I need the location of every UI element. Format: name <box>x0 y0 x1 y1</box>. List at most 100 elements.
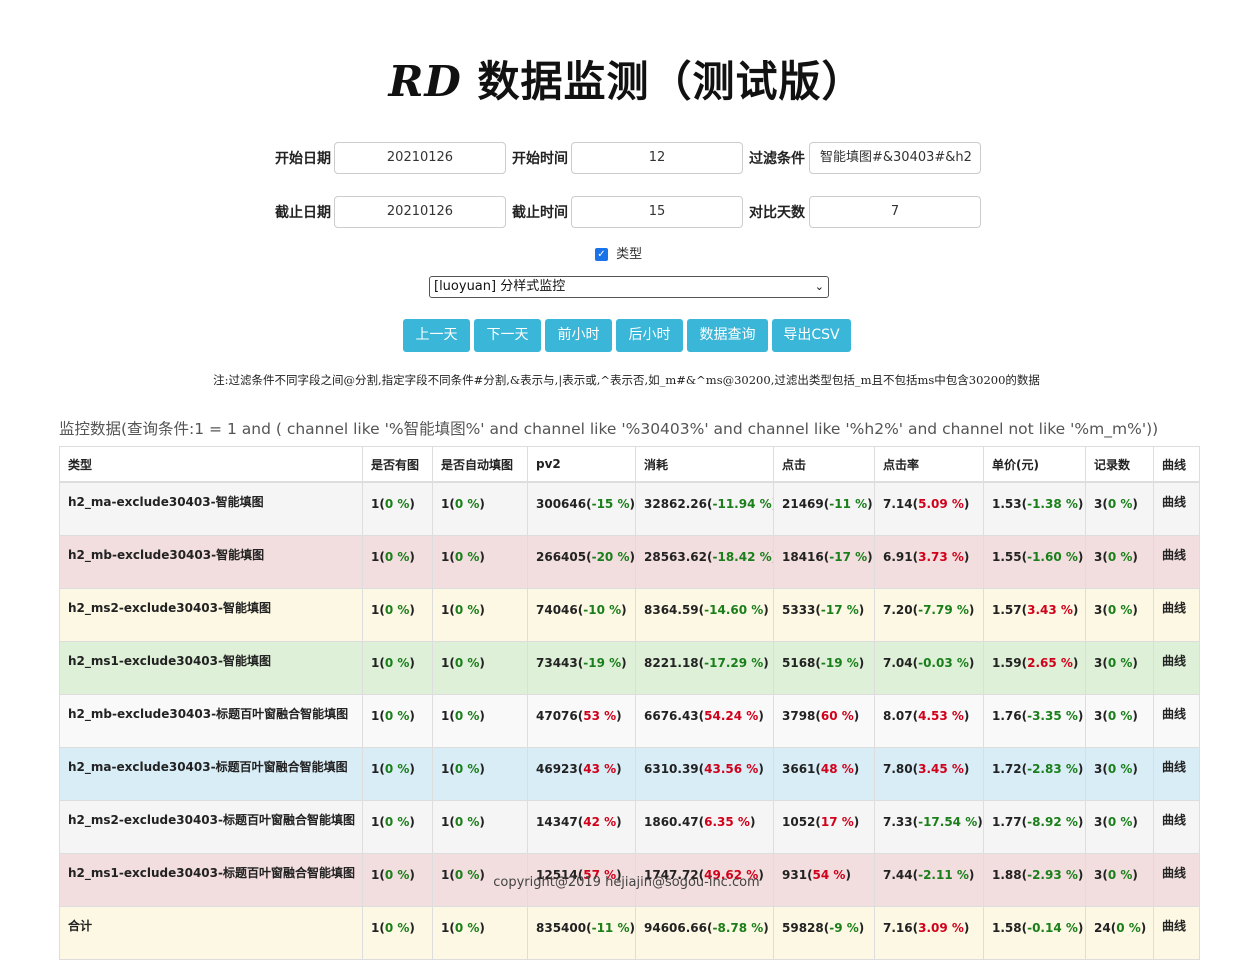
cell-cost: 1860.47(6.35 %) <box>635 800 774 854</box>
cell-ctr: 6.91(3.73 %) <box>874 535 984 589</box>
paren-close: ) <box>479 815 485 829</box>
type-checkbox[interactable]: ✓ <box>595 248 608 261</box>
end-time-input[interactable]: 15 <box>571 196 743 228</box>
paren-close: ) <box>1132 656 1138 670</box>
curve-link[interactable]: 曲线 <box>1153 800 1200 854</box>
cell-click: 1052(17 %) <box>773 800 875 854</box>
cell-change-percent: -18.42 % <box>712 550 772 564</box>
cell-auto-fill: 1(0 %) <box>432 906 528 960</box>
cell-change-percent: 0 % <box>384 497 410 511</box>
col-header-ctr[interactable]: 点击率 <box>874 446 984 483</box>
paren-close: ) <box>479 497 485 511</box>
paren-close: ) <box>616 762 622 776</box>
paren-close: ) <box>977 815 983 829</box>
cell-ctr: 7.20(-7.79 %) <box>874 588 984 642</box>
next-hour-button[interactable]: 后小时 <box>616 319 683 352</box>
cell-value: 266405 <box>536 550 587 564</box>
cell-change-percent: 3.45 % <box>918 762 964 776</box>
cell-change-percent: 43 % <box>583 762 617 776</box>
start-time-input[interactable]: 12 <box>571 142 743 174</box>
curve-link[interactable]: 曲线 <box>1153 535 1200 589</box>
cell-change-percent: -11.94 % <box>712 497 772 511</box>
curve-link[interactable]: 曲线 <box>1153 906 1200 960</box>
query-title: 监控数据(查询条件:1 = 1 and ( channel like '%智能填… <box>59 420 1159 438</box>
button-row: 上一天 下一天 前小时 后小时 数据查询 导出CSV <box>403 319 855 352</box>
cell-change-percent: -17.54 % <box>918 815 978 829</box>
cell-change-percent: 0 % <box>1107 656 1133 670</box>
paren-close: ) <box>479 550 485 564</box>
col-header-cost[interactable]: 消耗 <box>635 446 774 483</box>
paren-close: ) <box>621 603 627 617</box>
curve-link[interactable]: 曲线 <box>1153 481 1200 536</box>
cell-change-percent: 60 % <box>820 709 854 723</box>
cell-value: 8221.18 <box>644 656 699 670</box>
cell-pv2: 300646(-15 %) <box>527 481 636 536</box>
query-button[interactable]: 数据查询 <box>687 319 768 352</box>
cell-has-img: 1(0 %) <box>362 641 433 695</box>
cell-change-percent: 0 % <box>1107 815 1133 829</box>
cell-auto-fill: 1(0 %) <box>432 481 528 536</box>
cell-pv2: 46923(43 %) <box>527 747 636 801</box>
start-date-input[interactable]: 20210126 <box>334 142 506 174</box>
cell-change-percent: -1.60 % <box>1027 550 1078 564</box>
cell-change-percent: -19 % <box>820 656 859 670</box>
cell-has-img: 1(0 %) <box>362 588 433 642</box>
cell-change-percent: 0 % <box>384 603 410 617</box>
compare-days-input[interactable]: 7 <box>809 196 981 228</box>
cell-cost: 6676.43(54.24 %) <box>635 694 774 748</box>
cell-change-percent: 0 % <box>454 550 480 564</box>
paren-close: ) <box>1140 921 1147 935</box>
cell-price: 1.77(-8.92 %) <box>983 800 1086 854</box>
next-day-button[interactable]: 下一天 <box>474 319 541 352</box>
export-csv-button[interactable]: 导出CSV <box>772 319 851 352</box>
end-time-label: 截止时间 <box>512 205 568 221</box>
cell-cost: 8221.18(-17.29 %) <box>635 641 774 695</box>
type-checkbox-label: 类型 <box>616 247 643 262</box>
cell-change-percent: -20 % <box>591 550 630 564</box>
curve-link[interactable]: 曲线 <box>1153 694 1200 748</box>
paren-close: ) <box>1072 603 1079 617</box>
cell-value: 300646 <box>536 497 587 511</box>
col-header-auto-fill[interactable]: 是否自动填图 <box>432 446 528 483</box>
col-header-records[interactable]: 记录数 <box>1085 446 1154 483</box>
cell-has-img: 1(0 %) <box>362 694 433 748</box>
cell-change-percent: -2.83 % <box>1027 762 1078 776</box>
cell-cost: 8364.59(-14.60 %) <box>635 588 774 642</box>
cell-change-percent: 17 % <box>820 815 854 829</box>
paren-close: ) <box>853 709 860 723</box>
col-header-curve[interactable]: 曲线 <box>1153 446 1200 483</box>
paren-close: ) <box>629 550 635 564</box>
cell-value: 14347 <box>536 815 578 829</box>
prev-hour-button[interactable]: 前小时 <box>545 319 612 352</box>
cell-value: 1.77 <box>992 815 1022 829</box>
col-header-click[interactable]: 点击 <box>773 446 875 483</box>
cell-value: 1052 <box>782 815 816 829</box>
cell-records: 3(0 %) <box>1085 535 1154 589</box>
cell-type: h2_mb-exclude30403-智能填图 <box>59 535 363 589</box>
end-date-input[interactable]: 20210126 <box>334 196 506 228</box>
curve-link[interactable]: 曲线 <box>1153 747 1200 801</box>
paren-close: ) <box>409 497 415 511</box>
col-header-price[interactable]: 单价(元) <box>983 446 1086 483</box>
filter-input[interactable]: 智能填图#&30403#&h2 <box>809 142 981 174</box>
col-header-type[interactable]: 类型 <box>59 446 363 483</box>
prev-day-button[interactable]: 上一天 <box>403 319 470 352</box>
monitor-select[interactable]: [luoyuan] 分样式监控 ⌄ <box>429 276 829 298</box>
curve-link[interactable]: 曲线 <box>1153 641 1200 695</box>
paren-close: ) <box>968 656 975 670</box>
curve-link[interactable]: 曲线 <box>1153 588 1200 642</box>
col-header-has-img[interactable]: 是否有图 <box>362 446 433 483</box>
col-header-pv2[interactable]: pv2 <box>527 446 636 483</box>
cell-change-percent: 0 % <box>384 762 410 776</box>
cell-pv2: 47076(53 %) <box>527 694 636 748</box>
paren-close: ) <box>963 762 970 776</box>
paren-close: ) <box>479 921 485 935</box>
cell-ctr: 7.33(-17.54 %) <box>874 800 984 854</box>
cell-price: 1.55(-1.60 %) <box>983 535 1086 589</box>
cell-value: 59828 <box>782 921 824 935</box>
cell-value: 1 <box>371 921 380 935</box>
cell-has-img: 1(0 %) <box>362 481 433 536</box>
paren-close: ) <box>758 762 764 776</box>
cell-type: h2_ms2-exclude30403-智能填图 <box>59 588 363 642</box>
cell-change-percent: -8.78 % <box>712 921 764 935</box>
